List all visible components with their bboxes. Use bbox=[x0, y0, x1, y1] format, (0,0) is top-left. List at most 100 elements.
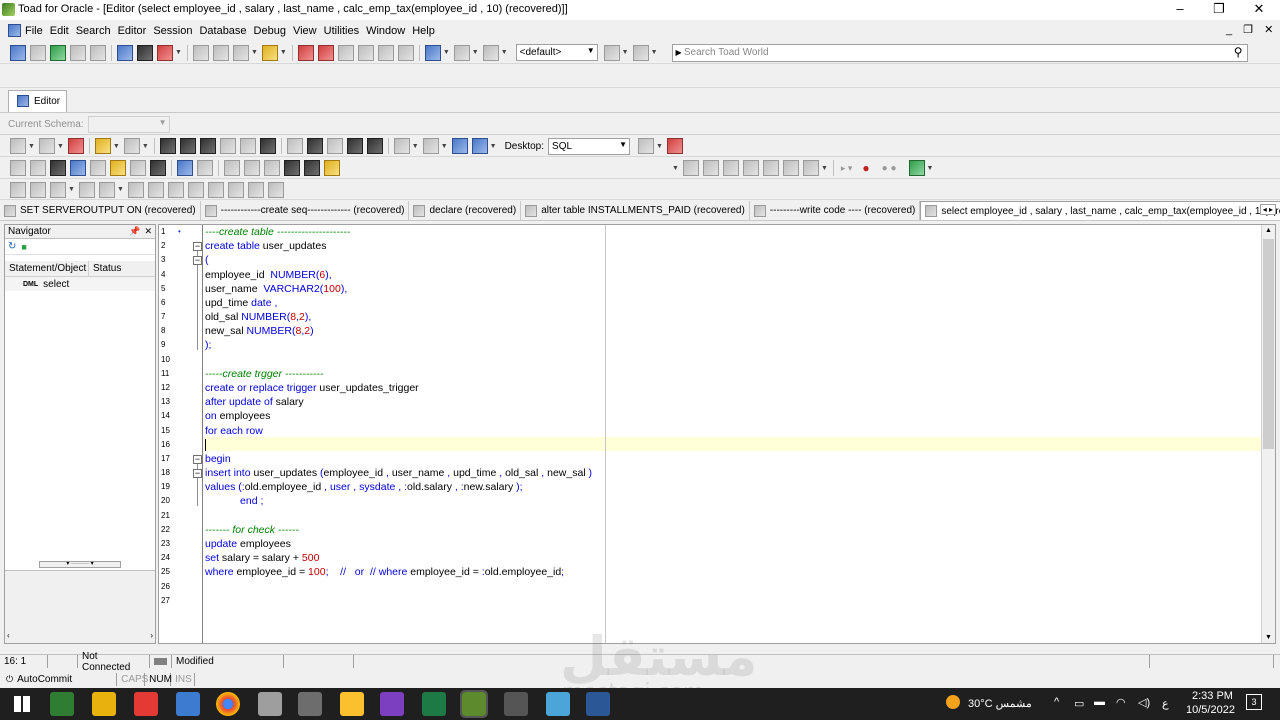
replace-icon[interactable] bbox=[150, 160, 166, 176]
menu-debug[interactable]: Debug bbox=[254, 25, 286, 37]
pin-icon[interactable]: 📌 bbox=[129, 226, 140, 237]
transaction-icon[interactable] bbox=[297, 44, 314, 61]
explain-plan-icon[interactable] bbox=[471, 138, 488, 154]
code-line[interactable]: user_name VARCHAR2(100), bbox=[205, 282, 347, 296]
anydesk-icon[interactable] bbox=[134, 692, 158, 716]
code-line[interactable]: employee_id NUMBER(6), bbox=[205, 268, 332, 282]
stack-icon[interactable] bbox=[187, 181, 204, 198]
debugger-icon[interactable] bbox=[397, 44, 414, 61]
compare-icon[interactable] bbox=[212, 44, 229, 61]
code-line[interactable]: ------- for check ------ bbox=[205, 523, 299, 537]
step-into-icon[interactable] bbox=[98, 181, 115, 198]
code-line[interactable]: new_sal NUMBER(8,2) bbox=[205, 324, 314, 338]
code-line[interactable]: -----create trgger ----------- bbox=[205, 367, 323, 381]
line-gutter[interactable]: 1 2 3 4 5 6 7 8 9 10 11 12 13 14 15 16 17 18 19 20 21 22 23 24 2… bbox=[159, 225, 203, 643]
uppercase-icon[interactable] bbox=[224, 160, 240, 176]
tray-chevron-icon[interactable]: ^ bbox=[1054, 696, 1059, 708]
weather-status[interactable]: 30°C مشمس bbox=[968, 697, 1032, 710]
clock-time[interactable]: 2:33 PM bbox=[1192, 690, 1233, 702]
save-icon[interactable] bbox=[159, 138, 176, 154]
mdi-controls[interactable]: _ ❐ ✕ bbox=[1226, 23, 1277, 36]
print-icon[interactable] bbox=[259, 138, 276, 154]
code-line[interactable]: ( bbox=[205, 253, 209, 267]
copy-icon[interactable] bbox=[30, 160, 46, 176]
sql-format-icon[interactable] bbox=[366, 138, 383, 154]
step-icon[interactable]: ▸ ▾ bbox=[841, 163, 853, 174]
script-icon[interactable] bbox=[377, 44, 394, 61]
double-chevron-icon[interactable] bbox=[324, 160, 340, 176]
settings-icon[interactable] bbox=[504, 692, 528, 716]
project-icon[interactable] bbox=[261, 44, 278, 61]
current-schema-combo[interactable]: ▼ bbox=[87, 116, 170, 133]
format-icon[interactable] bbox=[38, 138, 55, 154]
help-icon[interactable] bbox=[482, 44, 499, 61]
bookmark-icon[interactable] bbox=[802, 160, 819, 176]
code-line[interactable]: insert into user_updates (employee_id , … bbox=[205, 466, 592, 480]
menu-help[interactable]: Help bbox=[412, 25, 435, 37]
execute-script-icon[interactable] bbox=[451, 138, 468, 154]
toad-taskbar-icon[interactable] bbox=[460, 690, 488, 718]
autocommit-status[interactable]: AutoCommit bbox=[13, 672, 118, 686]
rollback-icon[interactable] bbox=[317, 44, 334, 61]
code-line[interactable]: set salary = salary + 500 bbox=[205, 551, 319, 565]
alias-icon[interactable] bbox=[722, 160, 739, 176]
tab-create-seq[interactable]: ------------create seq------------- (rec… bbox=[201, 201, 410, 220]
menu-edit[interactable]: Edit bbox=[50, 25, 69, 37]
menu-window[interactable]: Window bbox=[366, 25, 405, 37]
cut-icon[interactable] bbox=[10, 160, 26, 176]
clock-date[interactable]: 10/5/2022 bbox=[1186, 704, 1235, 716]
navigator-hscroll[interactable]: ‹ › bbox=[5, 629, 155, 643]
editor-icon[interactable] bbox=[117, 44, 133, 61]
code-line[interactable]: where employee_id = 100; // or // where … bbox=[205, 565, 564, 579]
restore-button[interactable]: ❐ bbox=[1204, 1, 1234, 17]
connection-combo[interactable]: <default> ▼ bbox=[515, 44, 598, 61]
query-builder-icon[interactable] bbox=[346, 138, 363, 154]
describe-icon[interactable] bbox=[702, 160, 719, 176]
navigator-splitter[interactable]: ▾ ········· ▾ bbox=[39, 561, 121, 568]
snippet-icon[interactable] bbox=[762, 160, 779, 176]
tab-write-code[interactable]: ---------write code ---- (recovered) bbox=[750, 201, 921, 220]
tab-declare[interactable]: declare (recovered) bbox=[409, 201, 522, 220]
close-button[interactable]: ✕ bbox=[1244, 1, 1274, 17]
parens-icon[interactable] bbox=[147, 181, 164, 198]
scroll-thumb[interactable] bbox=[1263, 239, 1274, 449]
desktop-delete-icon[interactable] bbox=[666, 138, 683, 154]
session-icon[interactable] bbox=[70, 44, 86, 61]
sql-editor[interactable]: 1 2 3 4 5 6 7 8 9 10 11 12 13 14 15 16 17 18 19 20 21 22 23 24 2… bbox=[158, 224, 1276, 644]
erase-icon[interactable] bbox=[130, 160, 146, 176]
layout-icon[interactable] bbox=[603, 44, 620, 61]
code-line[interactable]: ----create table --------------------- bbox=[205, 225, 350, 239]
code-line[interactable]: begin bbox=[205, 452, 231, 466]
code-line[interactable]: create or replace trigger user_updates_t… bbox=[205, 381, 419, 395]
tools-icon[interactable] bbox=[192, 44, 209, 61]
execute-icon[interactable] bbox=[10, 138, 26, 154]
outdent-icon[interactable] bbox=[304, 160, 320, 176]
variable-icon[interactable] bbox=[207, 181, 224, 198]
code-line[interactable]: after update of salary bbox=[205, 395, 304, 409]
code-line[interactable]: end ; bbox=[205, 494, 263, 508]
tab-select-employee[interactable]: select employee_id , salary , last_name … bbox=[920, 201, 1280, 220]
code-line[interactable]: old_sal NUMBER(8,2), bbox=[205, 310, 311, 324]
sticky-notes-icon[interactable] bbox=[340, 692, 364, 716]
search-icon[interactable]: ⚲ bbox=[1234, 45, 1243, 59]
schema-browser-icon[interactable] bbox=[50, 44, 66, 61]
input-language[interactable]: ع bbox=[1162, 697, 1169, 710]
scroll-down-icon[interactable]: ▼ bbox=[1265, 634, 1272, 641]
tab-serveroutput[interactable]: SET SERVEROUTPUT ON (recovered) bbox=[0, 201, 201, 220]
forward-icon[interactable] bbox=[422, 138, 439, 154]
window-icon[interactable] bbox=[306, 138, 323, 154]
breakpoint-disabled-icon[interactable]: ● ● bbox=[882, 163, 897, 174]
indent-icon[interactable] bbox=[284, 160, 300, 176]
open-file-icon[interactable] bbox=[94, 138, 111, 154]
menu-utilities[interactable]: Utilities bbox=[324, 25, 359, 37]
split-icon[interactable] bbox=[326, 138, 343, 154]
search-input[interactable]: Search Toad World bbox=[684, 47, 769, 58]
debug-options-icon[interactable] bbox=[908, 160, 925, 176]
macro-icon[interactable] bbox=[782, 160, 799, 176]
back-icon[interactable] bbox=[393, 138, 410, 154]
record-icon[interactable] bbox=[247, 181, 264, 198]
refresh-icon[interactable]: ↻ bbox=[8, 241, 16, 252]
comment-icon[interactable] bbox=[286, 138, 303, 154]
hand-icon[interactable] bbox=[30, 181, 46, 198]
navigator-item[interactable]: DML select bbox=[5, 277, 155, 291]
